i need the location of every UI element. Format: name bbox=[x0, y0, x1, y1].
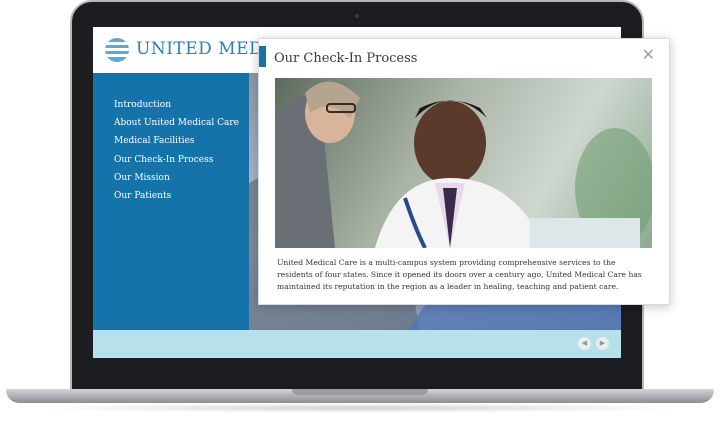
sidebar-item-introduction[interactable]: Introduction bbox=[114, 98, 239, 116]
check-in-modal: Our Check-In Process ✕ United Medical Ca… bbox=[258, 38, 670, 305]
sidebar: Introduction About United Medical Care M… bbox=[93, 73, 249, 330]
sidebar-item-our-mission[interactable]: Our Mission bbox=[114, 171, 239, 189]
sidebar-nav: Introduction About United Medical Care M… bbox=[114, 98, 239, 207]
sidebar-item-about[interactable]: About United Medical Care bbox=[114, 116, 239, 134]
webcam-icon bbox=[355, 14, 359, 18]
arrow-left-icon[interactable]: ◀ bbox=[578, 337, 591, 350]
modal-accent-bar bbox=[259, 46, 266, 67]
close-icon[interactable]: ✕ bbox=[642, 45, 655, 64]
footer-bar: ◀ ▶ bbox=[93, 330, 621, 358]
modal-photo-illustration bbox=[275, 81, 652, 248]
sidebar-item-medical-facilities[interactable]: Medical Facilities bbox=[114, 134, 239, 152]
sidebar-item-check-in-process[interactable]: Our Check-In Process bbox=[114, 153, 239, 171]
arrow-right-icon[interactable]: ▶ bbox=[596, 337, 609, 350]
modal-body-text: United Medical Care is a multi-campus sy… bbox=[277, 258, 642, 292]
modal-photo bbox=[275, 78, 652, 248]
modal-title: Our Check-In Process bbox=[274, 51, 418, 66]
laptop-shadow bbox=[30, 403, 690, 413]
laptop-notch bbox=[292, 389, 428, 395]
logo-icon bbox=[105, 38, 129, 62]
sidebar-item-our-patients[interactable]: Our Patients bbox=[114, 189, 239, 207]
